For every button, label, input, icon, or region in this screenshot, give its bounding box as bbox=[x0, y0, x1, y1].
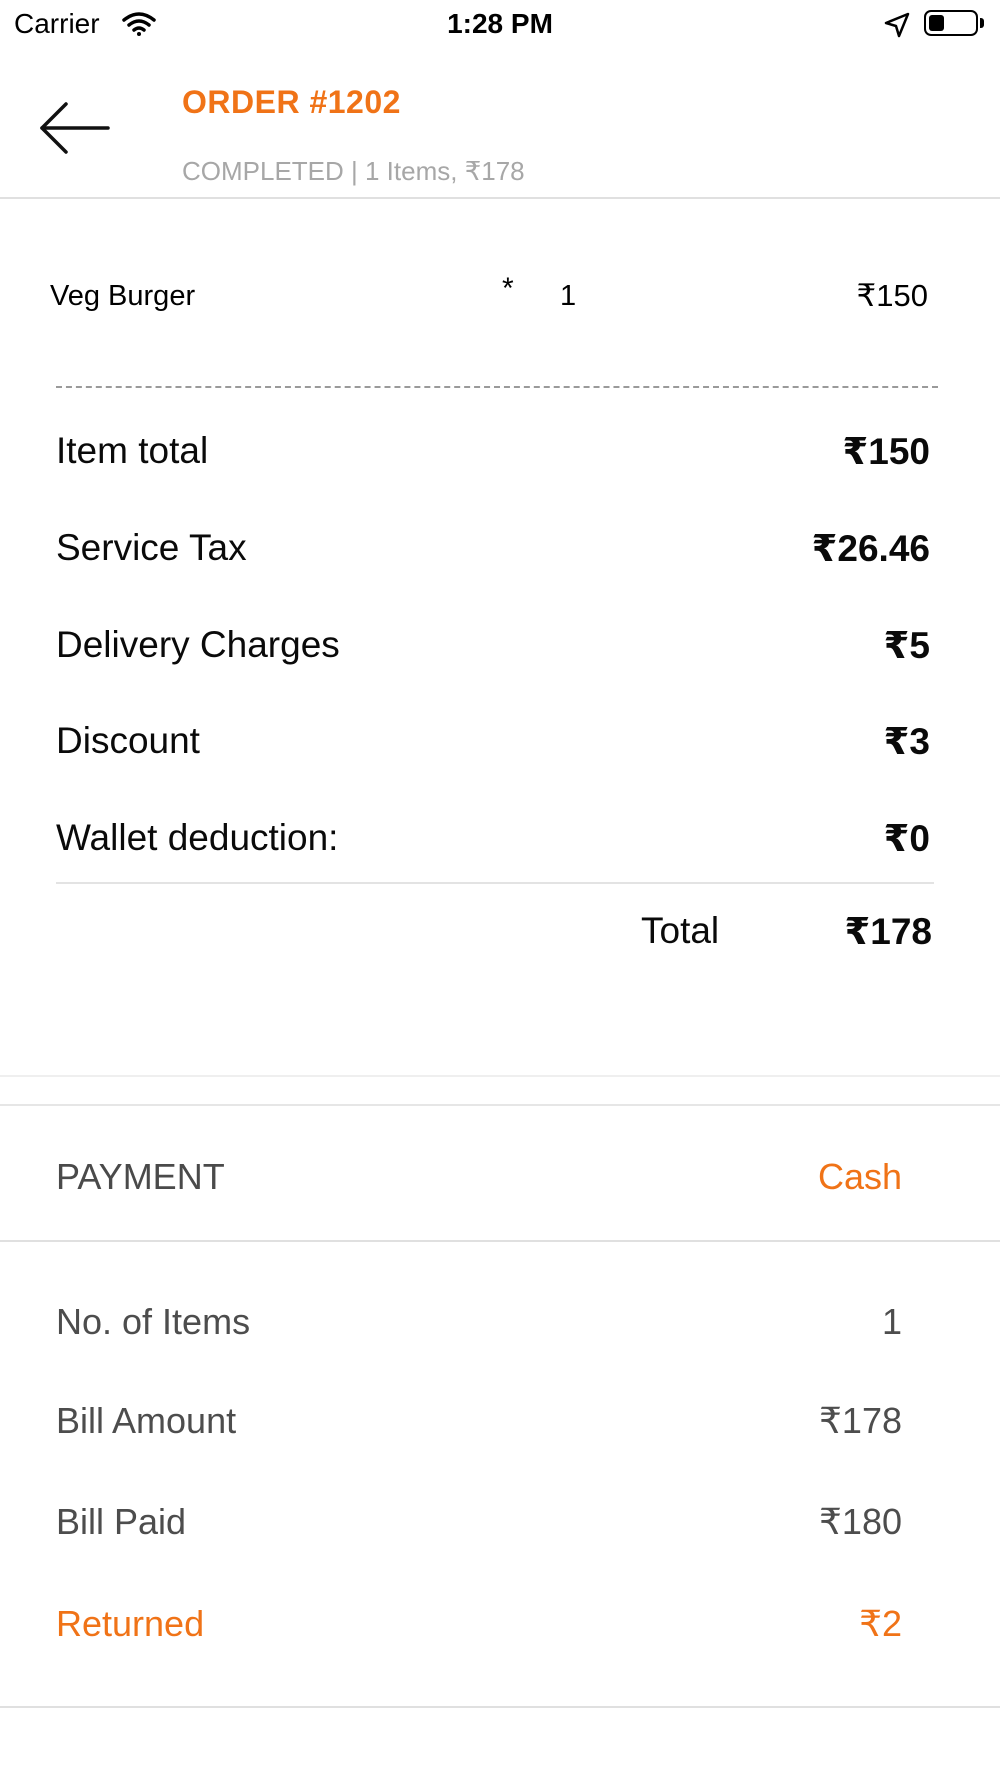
location-arrow-icon bbox=[884, 12, 910, 38]
order-subtitle: COMPLETED | 1 Items, ₹178 bbox=[182, 156, 525, 186]
bill-row-bill-paid: Bill Paid ₹180 bbox=[56, 1501, 902, 1551]
bill-label: Bill Amount bbox=[56, 1400, 237, 1441]
summary-row-delivery-charges: Delivery Charges ₹5 bbox=[56, 624, 930, 674]
total-value: ₹178 bbox=[844, 911, 932, 952]
section-divider bbox=[0, 1075, 1000, 1077]
summary-label: Wallet deduction: bbox=[56, 817, 339, 858]
summary-value: ₹5 bbox=[883, 625, 930, 666]
summary-label: Delivery Charges bbox=[56, 624, 340, 665]
bill-row-bill-amount: Bill Amount ₹178 bbox=[56, 1400, 902, 1450]
summary-row-item-total: Item total ₹150 bbox=[56, 430, 930, 480]
item-price: ₹150 bbox=[856, 278, 928, 313]
summary-value: ₹26.46 bbox=[811, 528, 930, 569]
payment-divider bbox=[0, 1240, 1000, 1242]
battery-nub bbox=[980, 18, 984, 28]
summary-label: Service Tax bbox=[56, 527, 247, 568]
payment-label: PAYMENT bbox=[56, 1156, 225, 1197]
item-name: Veg Burger bbox=[50, 280, 196, 312]
item-multiply-sign: * bbox=[502, 272, 514, 305]
summary-row-wallet-deduction: Wallet deduction: ₹0 bbox=[56, 817, 930, 867]
summary-value: ₹150 bbox=[842, 431, 930, 472]
back-button[interactable] bbox=[38, 98, 110, 158]
summary-value: ₹3 bbox=[883, 721, 930, 762]
header-divider bbox=[0, 197, 1000, 199]
bill-value: ₹2 bbox=[859, 1603, 902, 1644]
summary-label: Item total bbox=[56, 430, 209, 471]
bill-value: ₹178 bbox=[819, 1400, 902, 1441]
payment-method: Cash bbox=[817, 1156, 902, 1197]
section-divider bbox=[0, 1104, 1000, 1106]
bill-label: Returned bbox=[56, 1603, 205, 1644]
bill-label: No. of Items bbox=[56, 1301, 251, 1342]
item-quantity: 1 bbox=[560, 280, 577, 312]
bill-label: Bill Paid bbox=[56, 1501, 187, 1542]
summary-value: ₹0 bbox=[883, 818, 930, 859]
bill-value: 1 bbox=[881, 1301, 902, 1342]
summary-row-service-tax: Service Tax ₹26.46 bbox=[56, 527, 930, 577]
battery-icon bbox=[924, 10, 978, 36]
bill-value: ₹180 bbox=[819, 1501, 902, 1542]
arrow-left-icon bbox=[40, 102, 110, 154]
bottom-divider bbox=[0, 1706, 1000, 1708]
status-time: 1:28 PM bbox=[447, 8, 553, 39]
summary-label: Discount bbox=[56, 720, 200, 761]
bill-row-returned: Returned ₹2 bbox=[56, 1603, 902, 1653]
dashed-divider bbox=[56, 386, 938, 388]
order-title: ORDER #1202 bbox=[182, 84, 401, 120]
summary-row-discount: Discount ₹3 bbox=[56, 720, 930, 770]
summary-divider bbox=[56, 882, 934, 884]
bill-row-items-count: No. of Items 1 bbox=[56, 1301, 902, 1351]
total-label: Total bbox=[641, 910, 720, 951]
battery-level bbox=[929, 15, 944, 31]
